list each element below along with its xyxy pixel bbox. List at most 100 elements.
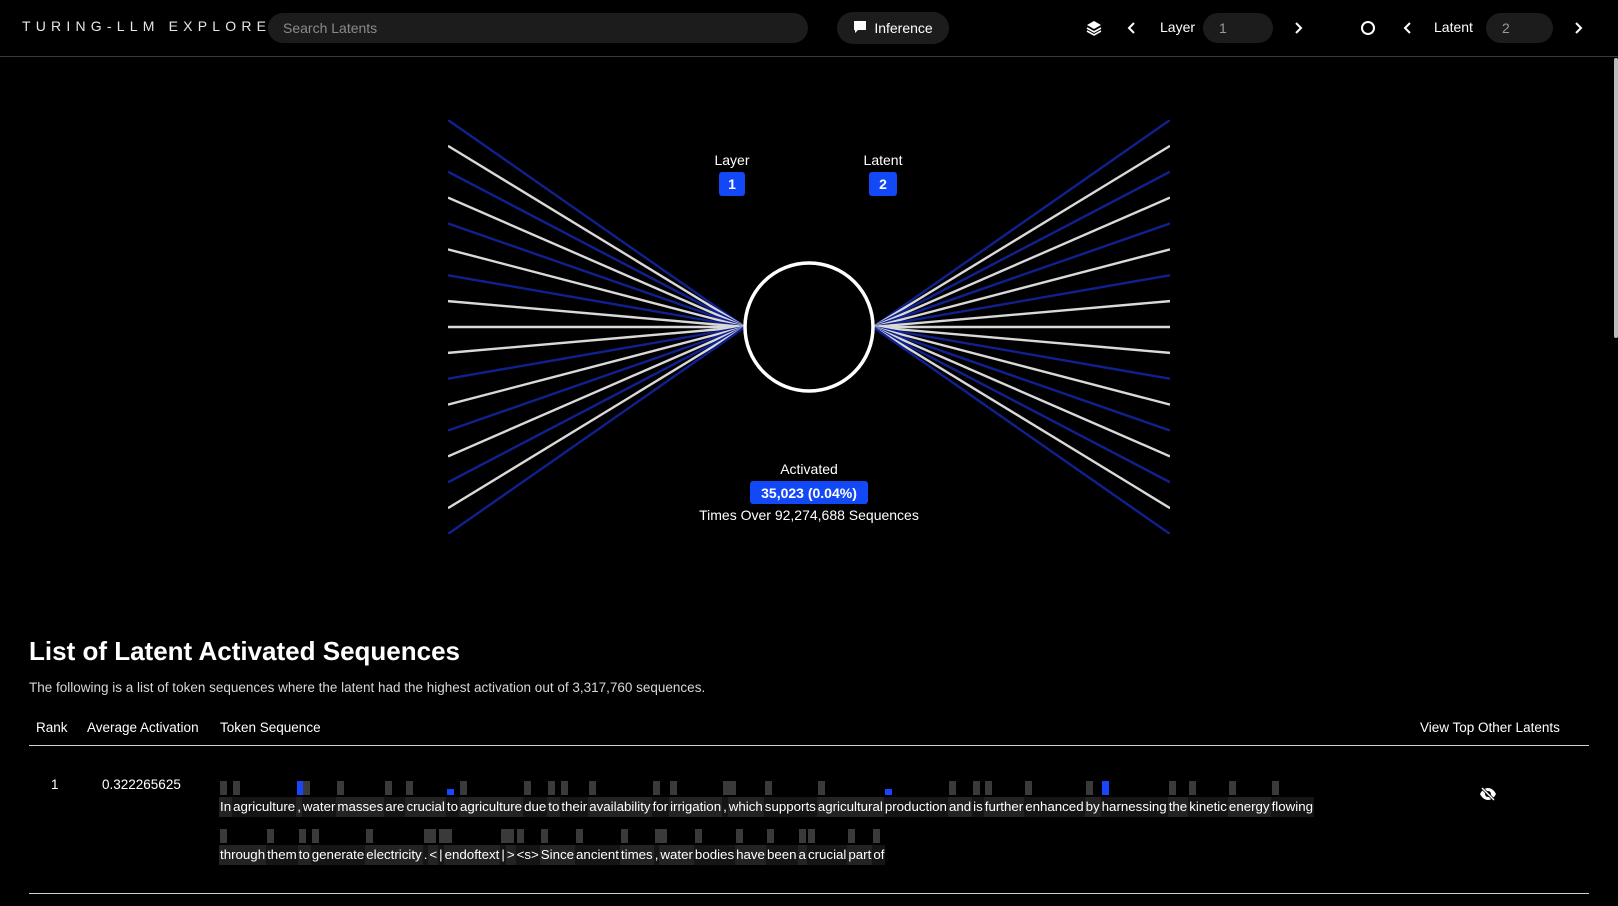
eye-off-icon[interactable] [1477, 785, 1499, 803]
token[interactable]: bodies [693, 829, 736, 865]
token[interactable]: agriculture [458, 781, 524, 817]
token[interactable]: to [297, 829, 311, 865]
token-text: been [766, 847, 797, 862]
token[interactable]: > [505, 829, 516, 865]
page-scrollbar[interactable] [1614, 58, 1618, 338]
token[interactable]: by [1084, 781, 1101, 817]
layer-label: Layer [1160, 19, 1196, 35]
layer-prev-chevron-left-icon[interactable] [1122, 18, 1142, 38]
token[interactable]: been [765, 829, 798, 865]
token[interactable]: water [659, 829, 694, 865]
token-text: agriculture [459, 799, 523, 814]
token[interactable]: harnessing [1100, 781, 1168, 817]
token[interactable]: part [847, 829, 873, 865]
token[interactable]: <s> [515, 829, 540, 865]
token-activation-bar [620, 829, 628, 843]
token[interactable]: availability [588, 781, 652, 817]
token[interactable]: the [1167, 781, 1189, 817]
search-input[interactable] [268, 13, 808, 43]
token[interactable]: crucial [405, 781, 446, 817]
token[interactable]: crucial [806, 829, 848, 865]
token-text: for [652, 799, 669, 814]
connection-line [872, 325, 1171, 458]
token-text: them [267, 847, 297, 862]
latent-next-chevron-right-icon[interactable] [1568, 18, 1588, 38]
connection-line [447, 222, 746, 329]
token-text: ancient [576, 847, 619, 862]
connection-line [447, 325, 746, 432]
layer-input[interactable] [1203, 13, 1273, 43]
token-activation-bar [736, 829, 744, 843]
token[interactable]: a [797, 829, 807, 865]
token-text: crucial [807, 847, 847, 862]
latent-circle-icon[interactable] [1358, 18, 1378, 38]
token-text: through [220, 847, 266, 862]
token[interactable]: is [972, 781, 984, 817]
token[interactable]: generate [310, 829, 366, 865]
connection-line [447, 170, 746, 329]
token[interactable]: to [445, 789, 459, 817]
section-title: List of Latent Activated Sequences [29, 636, 461, 666]
token-activation-bar [1025, 781, 1033, 795]
connection-line [872, 144, 1171, 329]
token[interactable]: endoftext [443, 829, 501, 865]
token-text: Since [540, 847, 575, 862]
token-text: endoftext [444, 847, 500, 862]
token-activation-bar [576, 829, 584, 843]
token[interactable]: ancient [575, 829, 620, 865]
token-activation-bar [973, 781, 981, 795]
layer-next-chevron-right-icon[interactable] [1288, 18, 1308, 38]
connection-line [447, 196, 746, 329]
token[interactable]: energy [1227, 781, 1271, 817]
token-text: flowing [1271, 799, 1313, 814]
token-text: . [423, 847, 428, 862]
token[interactable]: are [384, 781, 406, 817]
token[interactable]: due [523, 781, 548, 817]
token[interactable]: production [883, 789, 948, 817]
token[interactable]: and [947, 781, 973, 817]
token[interactable]: their [560, 781, 589, 817]
token[interactable]: kinetic [1188, 781, 1228, 817]
token-text: production [884, 799, 947, 814]
token[interactable]: supports [763, 781, 817, 817]
inference-button[interactable]: Inference [837, 12, 949, 44]
token[interactable]: water [301, 781, 337, 817]
token[interactable]: for [651, 781, 670, 817]
token-text: bodies [694, 847, 735, 862]
token-text: water [660, 847, 693, 862]
chat-bubble-icon [853, 20, 867, 37]
token-text: irrigation [670, 799, 722, 814]
token[interactable]: of [872, 829, 886, 865]
token[interactable]: agriculture [232, 781, 297, 817]
token-text: supports [764, 799, 816, 814]
token-text: enhanced [1025, 799, 1084, 814]
token-activation-bar [1189, 781, 1197, 795]
token-activation-bar [1168, 781, 1176, 795]
latent-prev-chevron-left-icon[interactable] [1398, 18, 1418, 38]
token[interactable]: < [428, 829, 439, 865]
token[interactable]: electricity [365, 829, 423, 865]
token[interactable]: times [619, 829, 654, 865]
token[interactable]: In [219, 781, 233, 817]
token[interactable]: masses [336, 781, 385, 817]
token-activation-bar [506, 829, 514, 843]
layers-icon[interactable] [1084, 18, 1104, 38]
token[interactable]: further [983, 781, 1025, 817]
latent-input[interactable] [1486, 13, 1553, 43]
token-activation-bar [589, 781, 597, 795]
token[interactable]: have [735, 829, 766, 865]
token-text: water [302, 799, 336, 814]
token[interactable]: irrigation [669, 781, 723, 817]
token[interactable]: them [266, 829, 298, 865]
section-description: The following is a list of token sequenc… [29, 680, 706, 695]
token[interactable]: flowing [1270, 781, 1314, 817]
token[interactable]: enhanced [1024, 781, 1085, 817]
connection-line [872, 325, 1171, 432]
token[interactable]: Since [539, 829, 576, 865]
token[interactable]: agricultural [816, 781, 884, 817]
token-text: > [506, 847, 515, 862]
token[interactable]: to [547, 781, 561, 817]
token[interactable]: through [219, 829, 267, 865]
token-activation-bar [459, 781, 467, 795]
token[interactable]: which [727, 781, 764, 817]
